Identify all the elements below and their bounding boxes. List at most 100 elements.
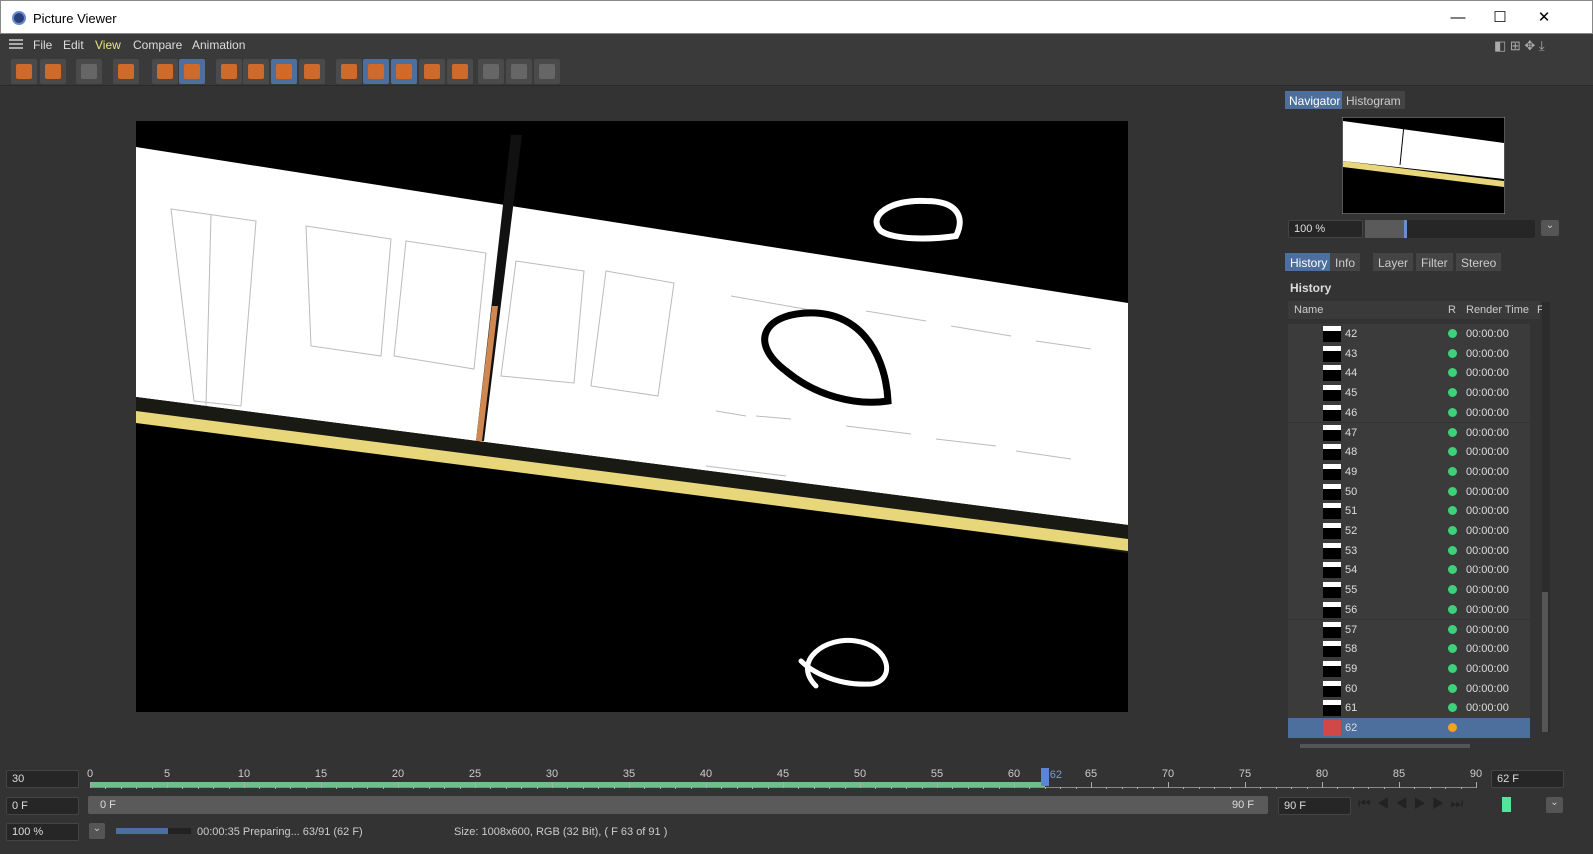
col-name[interactable]: Name: [1294, 304, 1323, 316]
history-row[interactable]: 57 00:00:00: [1288, 619, 1530, 640]
menu-view[interactable]: View: [95, 38, 121, 52]
history-row[interactable]: 48 00:00:00: [1288, 442, 1530, 462]
ab-horizontal-icon[interactable]: [478, 59, 504, 84]
history-scrollbar[interactable]: [1542, 302, 1550, 732]
tick-label: 20: [391, 768, 405, 780]
history-row[interactable]: 47 00:00:00: [1288, 422, 1530, 443]
maximize-button[interactable]: ☐: [1485, 7, 1515, 29]
scroll-thumb[interactable]: [1542, 592, 1548, 732]
view-a-icon[interactable]: [216, 59, 242, 84]
minimize-button[interactable]: —: [1443, 7, 1473, 29]
playhead[interactable]: [1040, 768, 1049, 786]
history-row[interactable]: 46 00:00:00: [1288, 402, 1530, 423]
hamburger-menu-icon[interactable]: [9, 39, 23, 41]
history-row[interactable]: 49 00:00:00: [1288, 461, 1530, 482]
status-dot-icon: [1448, 447, 1457, 457]
history-row[interactable]: 61 00:00:00: [1288, 698, 1530, 718]
frame-thumbnail: [1323, 523, 1341, 539]
tick-label: 10: [237, 768, 251, 780]
set-a-icon[interactable]: [419, 59, 445, 84]
current-frame-field[interactable]: 62 F: [1491, 770, 1564, 788]
history-row[interactable]: 51 00:00:00: [1288, 501, 1530, 521]
menu-animation[interactable]: Animation: [192, 38, 245, 52]
timeline-ruler[interactable]: 62 0 5 10 15 20 25 30 35 40 45 50 55 60 65 70 75 80 85 90: [87, 768, 1482, 790]
frame-thumbnail: [1323, 385, 1341, 402]
ab-icon[interactable]: [363, 59, 389, 84]
history-hscrollbar[interactable]: [1300, 744, 1470, 748]
set-b-icon[interactable]: [447, 59, 473, 84]
stop-icon[interactable]: [113, 59, 139, 84]
filmstrip-icon[interactable]: [179, 59, 205, 84]
save-icon[interactable]: [40, 59, 66, 84]
tick-label: 25: [468, 768, 482, 780]
history-row[interactable]: 42 00:00:00: [1288, 324, 1530, 344]
status-zoom-field[interactable]: 100 %: [6, 823, 79, 841]
split-icon[interactable]: [299, 59, 325, 84]
view-b-icon[interactable]: [243, 59, 269, 84]
history-row[interactable]: 56 00:00:00: [1288, 599, 1530, 620]
menu-compare[interactable]: Compare: [133, 38, 182, 52]
status-dot-icon: [1448, 526, 1457, 535]
history-row[interactable]: 62: [1288, 718, 1530, 738]
zoom-dropdown-button[interactable]: ⌄: [89, 823, 105, 839]
options-dropdown-button[interactable]: ⌄: [1546, 797, 1563, 813]
range-slider[interactable]: 0 F 90 F: [88, 796, 1268, 814]
image-viewport[interactable]: [0, 87, 1280, 757]
history-header: Name R Render Time F: [1288, 301, 1544, 319]
ab-vertical-icon[interactable]: [506, 59, 532, 84]
status-dot-icon: [1448, 329, 1457, 338]
slider-handle[interactable]: [1365, 220, 1407, 238]
col-r[interactable]: R: [1448, 304, 1456, 316]
ab-compare-icon[interactable]: [336, 59, 362, 84]
history-row[interactable]: 60 00:00:00: [1288, 678, 1530, 699]
tab-stereo[interactable]: Stereo: [1456, 253, 1502, 271]
frame-thumbnail: [1323, 424, 1341, 441]
tab-histogram[interactable]: Histogram: [1342, 91, 1405, 109]
status-dot-icon: [1448, 703, 1457, 713]
history-row[interactable]: 53 00:00:00: [1288, 540, 1530, 561]
range-start[interactable]: 0 F: [100, 799, 116, 811]
fps-field[interactable]: 30: [6, 770, 79, 788]
history-row[interactable]: 58 00:00:00: [1288, 639, 1530, 659]
history-row[interactable]: 43 00:00:00: [1288, 343, 1530, 364]
frame-thumbnail: [1323, 444, 1341, 461]
loop-icon[interactable]: [1502, 797, 1511, 812]
view-ab-icon[interactable]: [271, 59, 297, 84]
ab-swap-icon[interactable]: [391, 59, 417, 84]
ab-diff-icon[interactable]: [534, 59, 560, 84]
tab-history[interactable]: History: [1285, 253, 1333, 271]
tab-layer[interactable]: Layer: [1373, 253, 1414, 271]
tab-info[interactable]: Info: [1330, 253, 1361, 271]
history-row[interactable]: 52 00:00:00: [1288, 521, 1530, 541]
frame-thumbnail: [1323, 680, 1341, 697]
layout-icons[interactable]: ◧ ⊞ ✥ ⤓: [1494, 38, 1545, 54]
playback-controls[interactable]: ⏮◀◀▶▶⏭: [1358, 795, 1469, 812]
menu-edit[interactable]: Edit: [63, 38, 84, 52]
navigator-thumbnail[interactable]: [1342, 117, 1505, 214]
history-row[interactable]: 59 00:00:00: [1288, 658, 1530, 679]
history-row[interactable]: 50 00:00:00: [1288, 481, 1530, 502]
remove-icon[interactable]: [152, 59, 178, 84]
tick-label: 70: [1161, 768, 1175, 780]
status-dot-icon: [1448, 585, 1457, 595]
tab-navigator[interactable]: Navigator: [1285, 91, 1345, 109]
navigator-zoom-field[interactable]: 100 %: [1288, 220, 1363, 238]
tab-filter[interactable]: Filter: [1416, 253, 1453, 271]
range-end[interactable]: 90 F: [1232, 799, 1254, 811]
history-row[interactable]: 54 00:00:00: [1288, 560, 1530, 581]
navigator-zoom-slider[interactable]: [1365, 220, 1535, 238]
history-row[interactable]: 45 00:00:00: [1288, 383, 1530, 403]
status-dot-icon: [1448, 683, 1457, 693]
start-frame-field[interactable]: 0 F: [6, 797, 79, 815]
col-render-time[interactable]: Render Time: [1466, 304, 1529, 316]
history-row[interactable]: 55 00:00:00: [1288, 580, 1530, 600]
open-icon[interactable]: [11, 59, 37, 84]
navigator-dropdown-button[interactable]: ⌄: [1541, 220, 1559, 236]
end-frame-field[interactable]: 90 F: [1278, 797, 1351, 815]
menu-file[interactable]: File: [33, 38, 52, 52]
history-row[interactable]: 44 00:00:00: [1288, 363, 1530, 384]
render-icon[interactable]: [76, 59, 102, 84]
tick-label: 35: [622, 768, 636, 780]
frame-thumbnail: [1323, 463, 1341, 480]
close-button[interactable]: ✕: [1529, 7, 1559, 29]
